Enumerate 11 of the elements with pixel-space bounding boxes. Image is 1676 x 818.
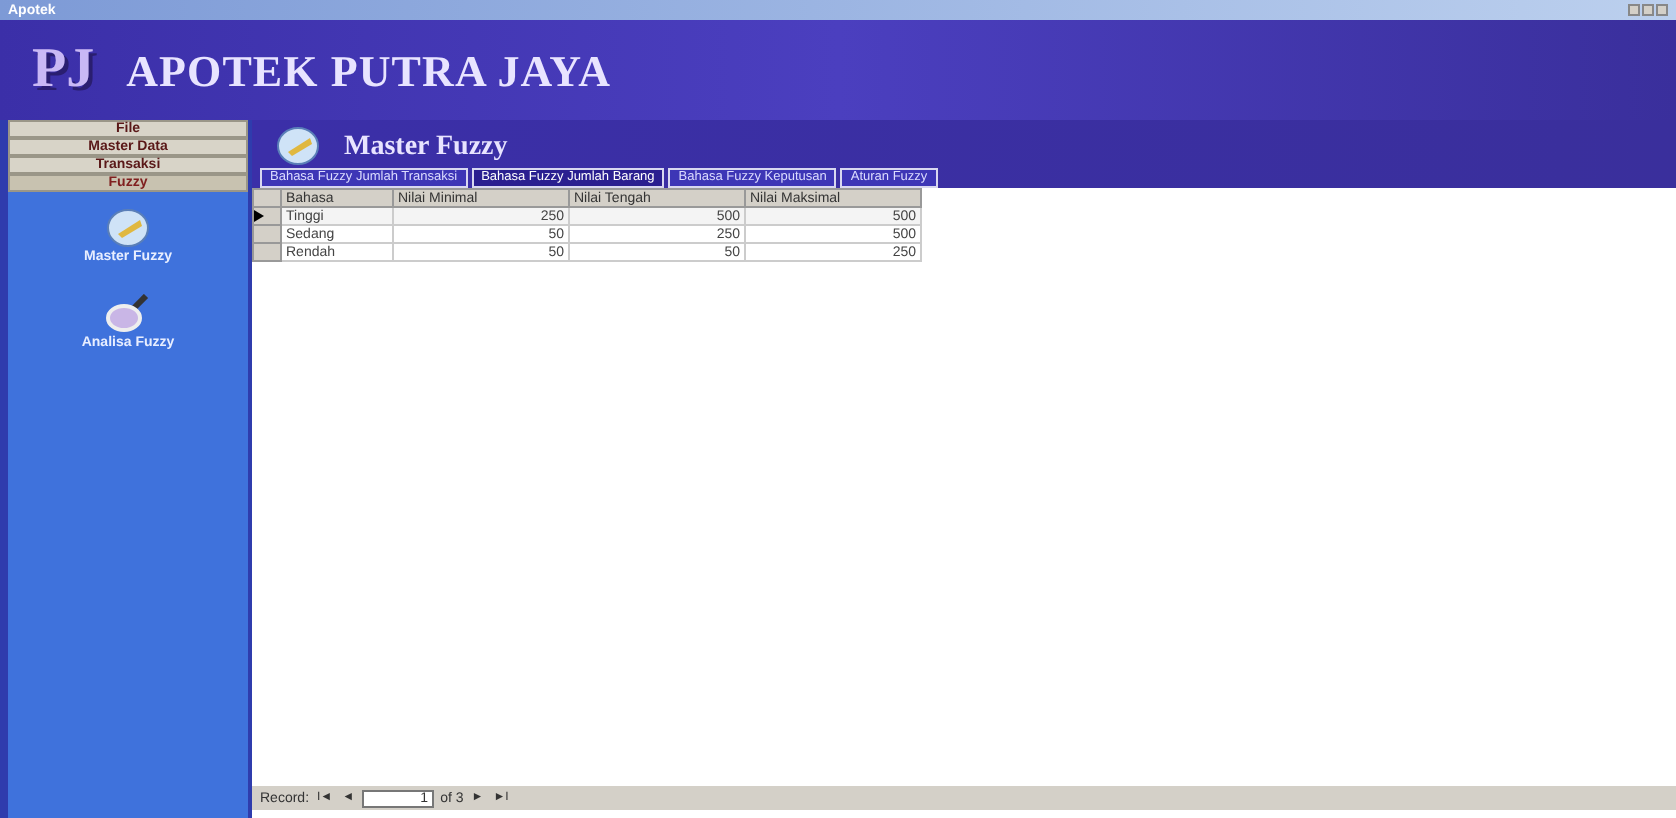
disc-icon <box>276 126 320 166</box>
magnifier-icon <box>105 293 150 333</box>
row-header <box>253 189 281 207</box>
maximize-button[interactable] <box>1642 4 1654 16</box>
app-title: APOTEK PUTRA JAYA <box>126 43 612 99</box>
logo: PJ <box>32 42 95 98</box>
close-button[interactable] <box>1656 4 1668 16</box>
page-title: Master Fuzzy <box>344 129 508 165</box>
disc-icon <box>106 208 150 248</box>
minimize-button[interactable] <box>1628 4 1640 16</box>
row-pointer-icon <box>254 210 264 222</box>
